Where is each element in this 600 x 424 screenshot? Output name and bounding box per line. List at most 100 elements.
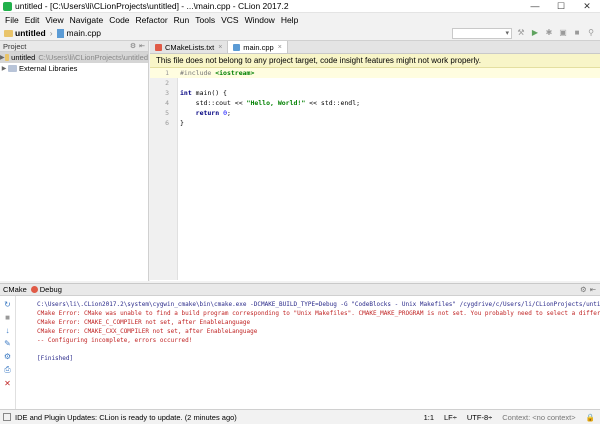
menu-tools[interactable]: Tools xyxy=(192,15,218,25)
coverage-icon[interactable]: ▣ xyxy=(558,28,568,38)
minimize-button[interactable]: — xyxy=(522,0,548,13)
console-line: -- Configuring incomplete, errors occurr… xyxy=(37,337,193,344)
line-number: 5 xyxy=(165,109,169,117)
menu-code[interactable]: Code xyxy=(106,15,132,25)
menu-view[interactable]: View xyxy=(42,15,66,25)
navigation-bar: untitled › main.cpp ▾ ⚒ ▶ ✱ ▣ ■ ⚲ xyxy=(0,26,600,41)
tab-label: CMakeLists.txt xyxy=(165,42,215,52)
stop-icon[interactable]: ■ xyxy=(5,313,10,322)
menu-help[interactable]: Help xyxy=(278,15,301,25)
expand-arrow-icon[interactable]: ▶ xyxy=(0,54,5,61)
project-target-warning: This file does not belong to any project… xyxy=(150,54,600,68)
context-indicator[interactable]: Context: <no context> xyxy=(502,413,575,422)
library-icon xyxy=(8,65,17,72)
folder-icon xyxy=(4,29,13,37)
menu-bar: File Edit View Navigate Code Refactor Ru… xyxy=(0,13,600,26)
cmake-tool-window: CMake Debug ⚙ ⇤ ↻ ■ ↓ ✎ ⚙ ⎙ ✕ C:\Users\l… xyxy=(0,283,600,410)
code-line: 1 #include <iostream> xyxy=(150,68,600,78)
clion-logo-icon xyxy=(3,1,12,11)
run-configuration-select[interactable]: ▾ xyxy=(452,27,512,39)
code-line: 6 } xyxy=(150,118,600,128)
hide-panel-icon[interactable]: ⇤ xyxy=(139,42,145,50)
settings-gear-icon[interactable]: ⚙ xyxy=(130,42,136,50)
close-icon[interactable]: ✕ xyxy=(4,379,11,388)
tree-item-label: External Libraries xyxy=(19,64,78,73)
cmake-console-output[interactable]: C:\Users\li\.CLion2017.2\system\cygwin_c… xyxy=(17,296,600,410)
search-icon[interactable]: ⚲ xyxy=(586,28,596,38)
code-text-line-6: } xyxy=(180,119,184,127)
code-line: 2 xyxy=(150,78,600,88)
project-panel: Project ⚙ ⇤ ▶ untitled C:\Users\li\CLion… xyxy=(0,41,149,281)
tab-main-cpp[interactable]: main.cpp × xyxy=(228,41,288,53)
build-icon[interactable]: ⚒ xyxy=(516,28,526,38)
window-title: untitled - [C:\Users\li\CLionProjects\un… xyxy=(15,1,289,11)
console-line: C:\Users\li\.CLion2017.2\system\cygwin_c… xyxy=(37,301,600,308)
breadcrumb-file[interactable]: main.cpp xyxy=(67,28,102,38)
console-line: CMake Error: CMAKE_C_COMPILER not set, a… xyxy=(37,319,251,326)
caret-position[interactable]: 1:1 xyxy=(424,413,434,422)
status-message[interactable]: IDE and Plugin Updates: CLion is ready t… xyxy=(15,413,419,422)
file-encoding[interactable]: UTF-8÷ xyxy=(467,413,492,422)
code-text-line-5: return 0; xyxy=(195,109,231,117)
cpp-file-icon xyxy=(233,43,241,51)
title-bar: untitled - [C:\Users\li\CLionProjects\un… xyxy=(0,0,600,13)
menu-run[interactable]: Run xyxy=(171,15,193,25)
settings-icon[interactable]: ⚙ xyxy=(4,352,11,361)
code-line: 5 return 0; xyxy=(150,108,600,118)
debug-icon[interactable]: ✱ xyxy=(544,28,554,38)
editor-area: CMakeLists.txt × main.cpp × This file do… xyxy=(150,41,600,281)
tool-windows-icon[interactable] xyxy=(3,413,11,421)
close-button[interactable]: ✕ xyxy=(574,0,600,13)
project-panel-title[interactable]: Project xyxy=(3,42,26,51)
tree-item-path: C:\Users\li\CLionProjects\untitled xyxy=(38,53,148,62)
hide-panel-icon[interactable]: ⇤ xyxy=(590,285,596,294)
line-number: 2 xyxy=(165,79,169,87)
code-line: 3 int main() { xyxy=(150,88,600,98)
line-separator[interactable]: LF÷ xyxy=(444,413,457,422)
line-number: 1 xyxy=(165,69,169,77)
breadcrumb-separator-icon: › xyxy=(49,28,53,38)
tree-item-external-libraries[interactable]: ▶ External Libraries xyxy=(0,63,148,74)
code-text-line-3: int main() { xyxy=(180,89,227,97)
close-tab-icon[interactable]: × xyxy=(218,44,222,51)
menu-file[interactable]: File xyxy=(2,15,22,25)
tree-item-untitled[interactable]: ▶ untitled C:\Users\li\CLionProjects\unt… xyxy=(0,52,148,63)
folder-icon xyxy=(4,54,10,61)
clear-icon[interactable]: ✎ xyxy=(4,339,11,348)
breadcrumb: untitled › main.cpp xyxy=(0,28,101,38)
cmake-toolbar: ↻ ■ ↓ ✎ ⚙ ⎙ ✕ xyxy=(0,296,16,410)
menu-navigate[interactable]: Navigate xyxy=(67,15,107,25)
scroll-down-icon[interactable]: ↓ xyxy=(6,326,10,335)
maximize-button[interactable]: ☐ xyxy=(548,0,574,13)
cmake-panel-label[interactable]: CMake xyxy=(3,285,27,294)
line-number: 6 xyxy=(165,119,169,127)
tab-debug[interactable]: Debug xyxy=(30,285,62,294)
stop-icon[interactable]: ■ xyxy=(572,28,582,38)
cmake-icon xyxy=(30,286,38,293)
reload-icon[interactable]: ↻ xyxy=(4,300,11,309)
tab-cmakelists[interactable]: CMakeLists.txt × xyxy=(150,41,229,53)
line-number: 3 xyxy=(165,89,169,97)
tab-debug-label: Debug xyxy=(39,285,62,294)
close-tab-icon[interactable]: × xyxy=(278,44,282,51)
breadcrumb-project[interactable]: untitled xyxy=(15,28,46,38)
menu-edit[interactable]: Edit xyxy=(22,15,43,25)
menu-refactor[interactable]: Refactor xyxy=(133,15,171,25)
code-text-line-1: #include <iostream> xyxy=(180,69,255,77)
expand-arrow-icon[interactable]: ▶ xyxy=(0,65,8,72)
console-line: CMake Error: CMAKE_CXX_COMPILER not set,… xyxy=(37,328,258,335)
menu-window[interactable]: Window xyxy=(242,15,278,25)
menu-vcs[interactable]: VCS xyxy=(218,15,241,25)
run-icon[interactable]: ▶ xyxy=(530,28,540,38)
settings-gear-icon[interactable]: ⚙ xyxy=(580,285,587,294)
code-text-line-2 xyxy=(172,78,180,88)
print-icon[interactable]: ⎙ xyxy=(4,365,10,375)
line-number: 4 xyxy=(165,99,169,107)
console-line: CMake Error: CMake was unable to find a … xyxy=(37,310,600,317)
project-panel-header: Project ⚙ ⇤ xyxy=(0,41,148,52)
code-editor[interactable]: 1 #include <iostream> 2 3 int main() { 4… xyxy=(150,68,600,280)
cmake-panel-header: CMake Debug ⚙ ⇤ xyxy=(0,284,600,296)
lock-icon[interactable]: 🔒 xyxy=(586,413,595,422)
tree-item-label: untitled xyxy=(11,53,36,62)
